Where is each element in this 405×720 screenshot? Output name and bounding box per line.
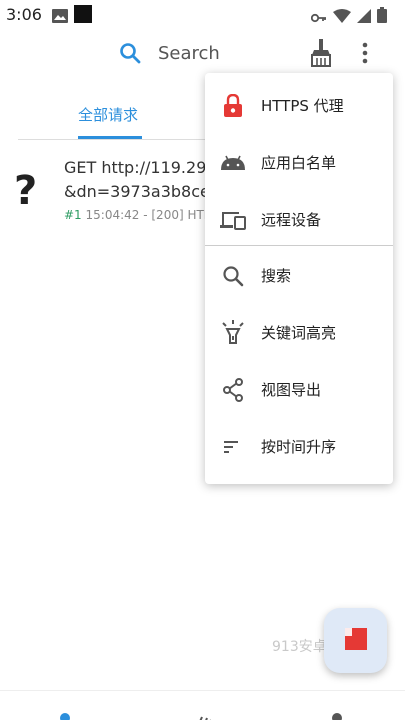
menu-item-https-proxy[interactable]: HTTPS 代理 (205, 77, 393, 134)
clear-icon (344, 627, 367, 654)
notification-square-icon (74, 5, 92, 23)
android-icon (205, 155, 261, 171)
bottom-navigation (0, 690, 405, 720)
request-time-status: 15:04:42 - [200] HTM (81, 208, 215, 222)
menu-item-sort-by-time-asc[interactable]: 按时间升序 (205, 418, 393, 475)
request-meta: #1 15:04:42 - [200] HTM (64, 208, 214, 222)
status-bar: 3:06 (0, 0, 405, 30)
menu-item-view-export[interactable]: 视图导出 (205, 361, 393, 418)
menu-item-search[interactable]: 搜索 (205, 247, 393, 304)
lock-icon (205, 93, 261, 118)
signal-icon (357, 8, 371, 27)
tab-all-requests[interactable]: 全部请求 (78, 104, 138, 125)
menu-item-label: 搜索 (261, 267, 292, 285)
menu-item-label: 应用白名单 (261, 154, 337, 172)
broom-icon[interactable] (308, 39, 334, 71)
menu-item-label: 关键词高亮 (261, 324, 337, 342)
nav-tools-icon[interactable] (196, 711, 212, 720)
menu-item-label: 视图导出 (261, 381, 322, 399)
highlight-icon (205, 319, 261, 346)
wifi-icon (333, 8, 351, 27)
nav-profile-icon[interactable] (332, 713, 342, 720)
search-icon (205, 265, 261, 287)
menu-item-app-whitelist[interactable]: 应用白名单 (205, 134, 393, 191)
sort-icon (205, 440, 261, 453)
menu-item-remote-devices[interactable]: 远程设备 (205, 191, 393, 248)
key-icon (310, 8, 327, 27)
tab-indicator (78, 136, 142, 139)
search-icon[interactable] (118, 41, 142, 69)
more-vert-icon[interactable] (362, 41, 368, 69)
clear-fab-button[interactable] (324, 608, 387, 673)
overflow-menu: HTTPS 代理 应用白名单 远程设备 搜索 关键词高亮 视图导出 按时间升序 (205, 73, 393, 484)
devices-icon (205, 210, 261, 230)
menu-divider (205, 245, 393, 246)
request-id: #1 (64, 208, 82, 222)
battery-icon (377, 7, 387, 27)
status-time: 3:06 (6, 5, 42, 24)
menu-item-label: 按时间升序 (261, 438, 337, 456)
nav-requests-icon[interactable] (60, 713, 70, 720)
request-url-line2: &dn=3973a3b8ce (64, 182, 210, 201)
photo-icon (52, 8, 68, 27)
search-field[interactable]: Search (158, 43, 220, 64)
share-icon (205, 377, 261, 402)
unknown-type-icon: ? (14, 168, 38, 214)
menu-item-keyword-highlight[interactable]: 关键词高亮 (205, 304, 393, 361)
menu-item-label: 远程设备 (261, 211, 322, 229)
request-url-line1: GET http://119.29 (64, 158, 207, 177)
menu-item-label: HTTPS 代理 (261, 97, 344, 115)
